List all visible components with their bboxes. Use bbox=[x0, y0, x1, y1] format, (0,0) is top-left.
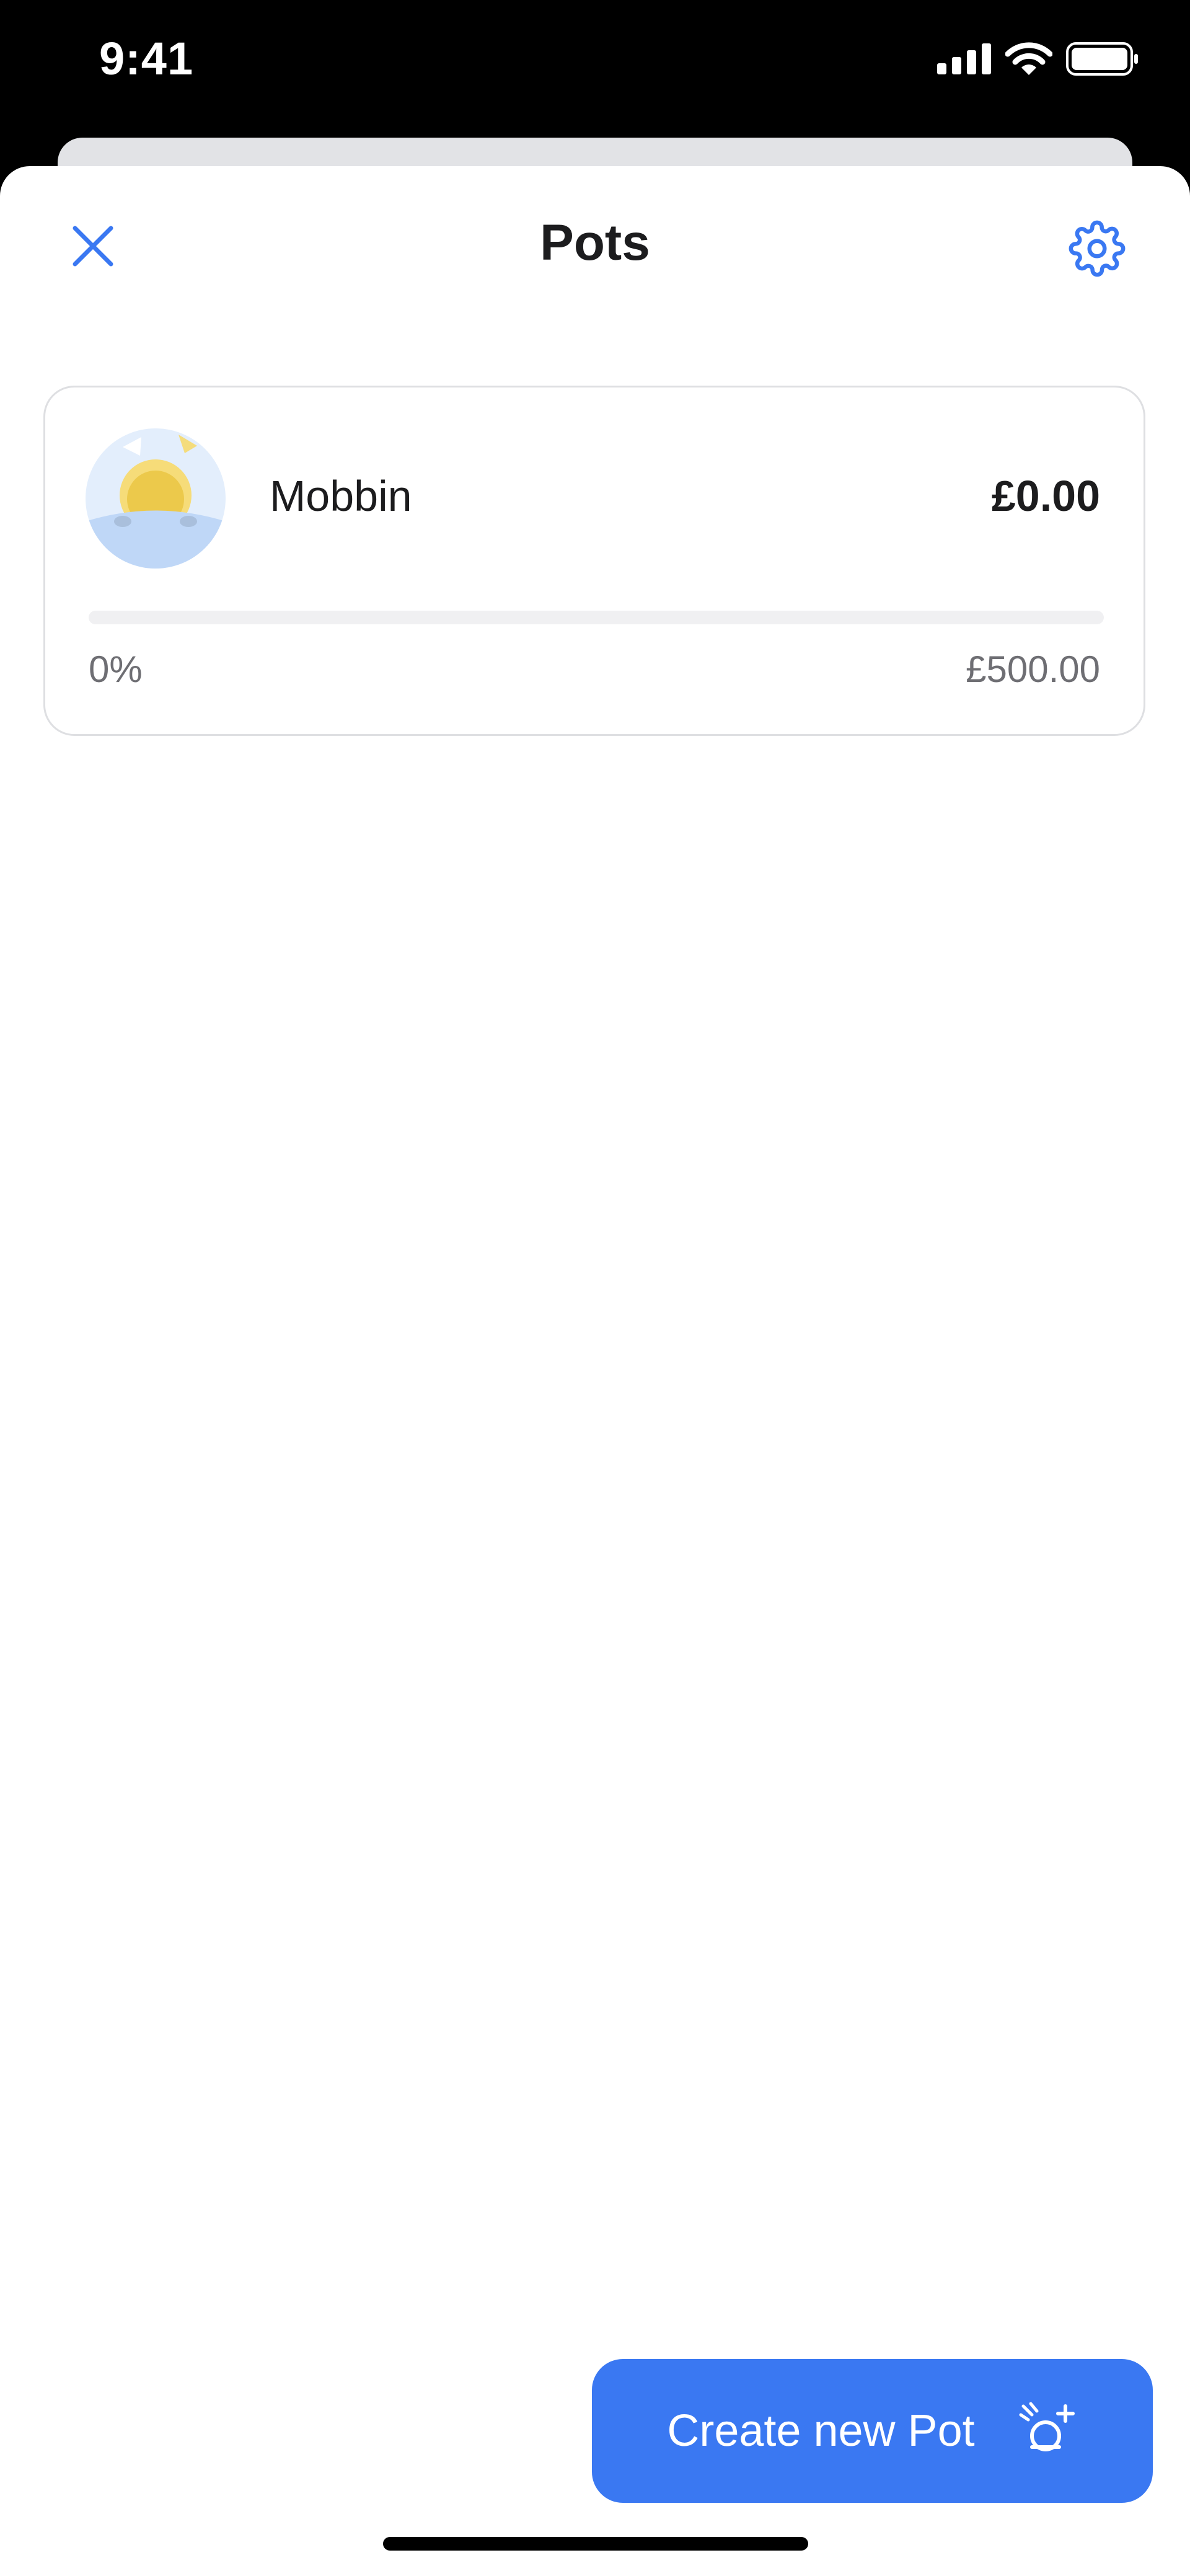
wifi-icon bbox=[1005, 42, 1052, 75]
status-bar: 9:41 bbox=[0, 0, 1190, 131]
sparkle-pot-icon bbox=[1019, 2402, 1075, 2451]
settings-button[interactable] bbox=[1063, 215, 1131, 283]
pot-goal-amount: £500.00 bbox=[966, 648, 1100, 690]
signal-icon bbox=[937, 43, 991, 74]
pot-name: Mobbin bbox=[270, 472, 412, 520]
pot-balance: £0.00 bbox=[991, 472, 1100, 520]
gear-icon bbox=[1069, 220, 1126, 277]
create-new-pot-button[interactable]: Create new Pot bbox=[592, 2359, 1153, 2503]
home-indicator bbox=[383, 2537, 808, 2551]
status-time: 9:41 bbox=[99, 33, 194, 84]
pot-progress-percent: 0% bbox=[89, 648, 143, 690]
status-icons bbox=[937, 37, 1140, 81]
create-new-pot-label: Create new Pot bbox=[667, 2406, 975, 2456]
pot-progress-bar bbox=[89, 611, 1104, 624]
pot-card[interactable]: Mobbin £0.00 0% £500.00 bbox=[43, 386, 1145, 736]
battery-icon bbox=[1066, 42, 1138, 76]
pot-sun-illustration bbox=[86, 428, 226, 569]
page-title: Pots bbox=[540, 215, 650, 271]
